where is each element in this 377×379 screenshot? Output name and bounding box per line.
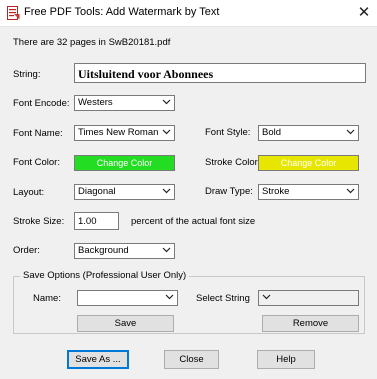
font-style-value: Bold: [262, 127, 282, 138]
order-select[interactable]: Background: [74, 243, 175, 259]
pdf-app-icon: [7, 6, 20, 20]
font-encode-label: Font Encode:: [13, 98, 70, 109]
stroke-color-button[interactable]: Change Color: [258, 155, 359, 171]
stroke-size-value: 1.00: [78, 216, 97, 227]
font-name-label: Font Name:: [13, 128, 63, 139]
order-value: Background: [78, 245, 129, 256]
save-as-button[interactable]: Save As ...: [67, 350, 129, 369]
save-options-legend: Save Options (Professional User Only): [20, 270, 190, 281]
remove-button[interactable]: Remove: [262, 315, 359, 332]
string-input-value: Uitsluitend voor Abonnees: [78, 67, 214, 81]
font-encode-value: Westers: [78, 97, 113, 108]
font-color-label: Font Color:: [13, 157, 60, 168]
string-input[interactable]: Uitsluitend voor Abonnees: [74, 63, 366, 83]
layout-select[interactable]: Diagonal: [74, 184, 175, 200]
window-title: Free PDF Tools: Add Watermark by Text: [24, 6, 220, 18]
chevron-down-icon: [262, 294, 271, 300]
help-button[interactable]: Help: [257, 350, 315, 369]
font-name-value: Times New Roman: [78, 127, 159, 138]
font-encode-select[interactable]: Westers: [74, 95, 175, 111]
layout-value: Diagonal: [78, 186, 116, 197]
font-style-label: Font Style:: [205, 127, 251, 138]
draw-type-select[interactable]: Stroke: [258, 184, 359, 200]
chevron-down-icon: [346, 129, 355, 135]
close-icon[interactable]: ✕: [355, 3, 373, 21]
chevron-down-icon: [346, 188, 355, 194]
stroke-color-label: Stroke Color:: [205, 157, 261, 168]
order-label: Order:: [13, 245, 40, 256]
close-button[interactable]: Close: [164, 350, 219, 369]
chevron-down-icon: [162, 247, 171, 253]
font-color-button[interactable]: Change Color: [74, 155, 175, 171]
layout-label: Layout:: [13, 187, 45, 198]
save-button[interactable]: Save: [77, 315, 174, 332]
font-name-select[interactable]: Times New Roman: [74, 125, 175, 141]
stroke-size-label: Stroke Size:: [13, 216, 65, 227]
stroke-size-input[interactable]: 1.00: [74, 212, 119, 230]
chevron-down-icon: [162, 129, 171, 135]
chevron-down-icon: [162, 188, 171, 194]
draw-type-label: Draw Type:: [205, 186, 253, 197]
name-label: Name:: [33, 293, 61, 304]
name-select[interactable]: [77, 290, 178, 306]
font-style-select[interactable]: Bold: [258, 125, 359, 141]
select-string-label: Select String: [196, 293, 250, 304]
chevron-down-icon: [162, 99, 171, 105]
stroke-size-suffix: percent of the actual font size: [131, 216, 256, 227]
select-string-select[interactable]: [258, 290, 359, 306]
pages-info: There are 32 pages in SwB20181.pdf: [13, 37, 171, 48]
draw-type-value: Stroke: [262, 186, 290, 197]
chevron-down-icon: [165, 294, 174, 300]
string-label: String:: [13, 69, 41, 80]
